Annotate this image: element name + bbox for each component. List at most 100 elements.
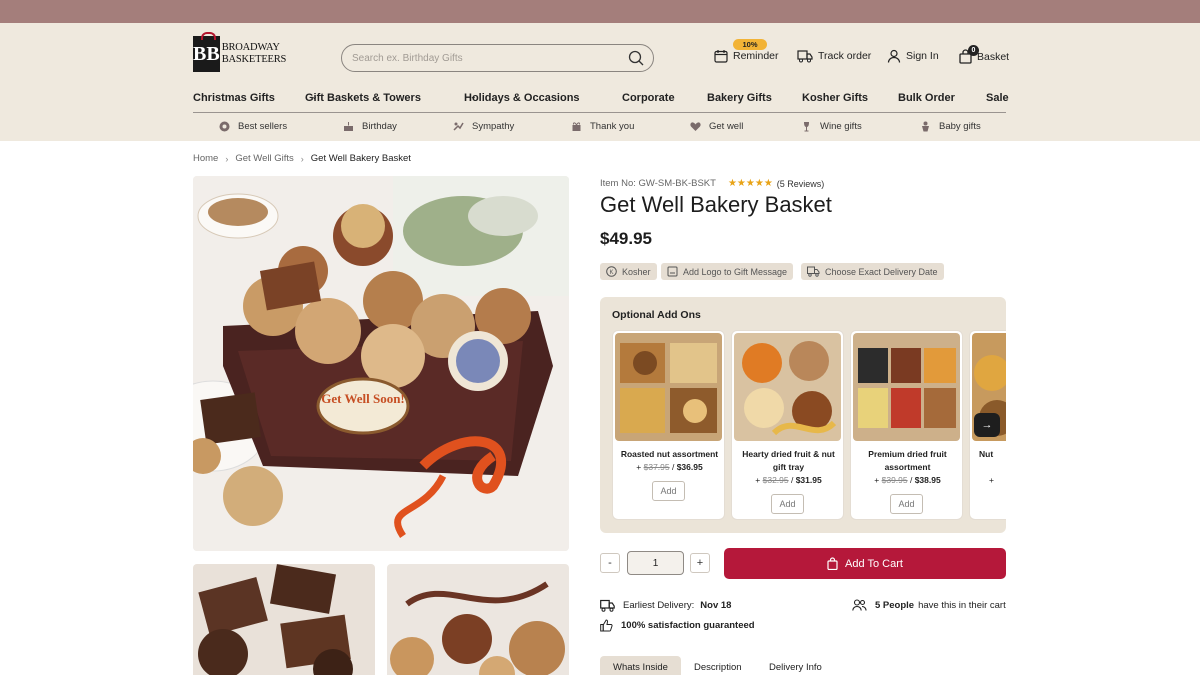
addon-name: Premium dried fruit assortment <box>868 449 947 472</box>
wine-glass-icon <box>804 122 809 132</box>
subnav-wine-gifts[interactable]: Wine gifts <box>801 121 862 132</box>
tag-add-logo[interactable]: Add Logo to Gift Message <box>661 263 794 280</box>
subnav-label: Baby gifts <box>939 121 981 132</box>
subnav-baby-gifts[interactable]: Baby gifts <box>920 121 981 132</box>
tab-delivery-info[interactable]: Delivery Info <box>756 656 835 675</box>
breadcrumb: Home › Get Well Gifts › Get Well Bakery … <box>193 153 411 164</box>
addon-price-partial: + <box>989 475 994 485</box>
quantity-increase-button[interactable]: + <box>690 553 710 573</box>
breadcrumb-current: Get Well Bakery Basket <box>310 153 411 164</box>
rating-stars-icon: ★★★★★ <box>727 178 773 189</box>
chevron-right-icon: › <box>225 153 229 164</box>
addon-card[interactable]: Roasted nut assortment + $37.95 / $36.95… <box>612 330 725 520</box>
subnav-birthday[interactable]: Birthday <box>343 121 397 132</box>
gift-icon <box>572 122 581 131</box>
addons-panel: Optional Add Ons Roasted nut assortment … <box>600 297 1006 533</box>
search-icon[interactable] <box>628 50 644 66</box>
subnav-get-well[interactable]: Get well <box>690 121 743 132</box>
subnav-label: Get well <box>709 121 744 132</box>
tag-label: Kosher <box>622 266 651 277</box>
addons-title: Optional Add Ons <box>612 309 701 321</box>
search-input[interactable] <box>342 45 612 71</box>
product-thumbnail-2[interactable] <box>387 564 569 675</box>
top-banner <box>0 0 1200 23</box>
flower-icon <box>453 122 464 131</box>
product-meta: Item No: GW-SM-BK-BSKT ★★★★★ (5 Reviews) <box>600 178 824 189</box>
chevron-down-icon: ⌄ <box>311 92 318 101</box>
quantity-decrease-button[interactable]: - <box>600 553 620 573</box>
logo-line1: BROADWAY <box>221 42 280 53</box>
kosher-icon: K <box>606 266 617 277</box>
addon-name: Roasted nut assortment <box>620 449 719 459</box>
bakery-basket-illustration: Get Well Soon! <box>193 176 569 551</box>
nav-sale[interactable]: Sale <box>986 92 1009 104</box>
user-icon <box>887 49 901 63</box>
heart-icon <box>690 122 701 131</box>
add-to-cart-button[interactable]: Add To Cart <box>724 548 1006 579</box>
basket-button[interactable]: Basket <box>959 49 1009 64</box>
addon-add-button[interactable]: Add <box>890 494 923 514</box>
logo-line2: BASKETEERS <box>221 54 287 65</box>
logo-mark: BB <box>193 32 220 72</box>
baby-icon <box>922 121 929 132</box>
tab-whats-inside[interactable]: Whats Inside <box>600 656 681 675</box>
addon-name: Hearty dried fruit & nut gift tray <box>742 449 835 472</box>
subnav-sympathy[interactable]: Sympathy <box>453 121 514 132</box>
brand-logo[interactable]: BB BROADWAY BASKETEERS <box>193 32 286 72</box>
subnav-label: Thank you <box>590 121 635 132</box>
category-subnav: Best sellers Birthday Sympathy Thank you… <box>193 121 1006 133</box>
nav-label: Holidays & Occasions <box>464 92 580 104</box>
addon-new-price: $31.95 <box>795 475 822 485</box>
subnav-label: Birthday <box>362 121 397 132</box>
reminder-button[interactable]: Reminder <box>714 49 779 63</box>
addon-card[interactable]: Premium dried fruit assortment + $39.95 … <box>850 330 963 520</box>
addon-price: + $32.95 / $31.95 <box>755 475 822 485</box>
logo-text: BROADWAY BASKETEERS <box>222 42 287 66</box>
reviews-link[interactable]: (5 Reviews) <box>777 179 825 189</box>
brownies-thumbnail <box>193 564 375 675</box>
track-order-button[interactable]: Track order <box>797 49 871 63</box>
basket-label: Basket <box>977 50 1010 63</box>
people-text: have this in their cart <box>918 599 1006 611</box>
addon-add-button[interactable]: Add <box>652 481 685 501</box>
nav-label: Gift Baskets & Towers <box>305 92 421 104</box>
chevron-right-icon: › <box>300 153 304 164</box>
breadcrumb-category[interactable]: Get Well Gifts <box>235 153 293 164</box>
satisfaction-label: 100% satisfaction guaranteed <box>621 620 755 631</box>
calendar-icon <box>714 50 728 63</box>
nav-bakery-gifts[interactable]: Bakery Gifts <box>707 92 772 104</box>
message-icon <box>667 266 678 277</box>
tab-description[interactable]: Description <box>681 656 755 675</box>
subnav-thank-you[interactable]: Thank you <box>571 121 634 132</box>
tag-delivery-date[interactable]: Choose Exact Delivery Date <box>801 263 944 280</box>
sign-in-label: Sign In <box>906 50 939 62</box>
cookies-thumbnail <box>387 564 569 675</box>
nav-bulk-order[interactable]: Bulk Order <box>898 92 955 104</box>
item-number: Item No: GW-SM-BK-BSKT <box>600 178 716 189</box>
product-price: $49.95 <box>600 229 652 248</box>
product-thumbnail-1[interactable] <box>193 564 375 675</box>
track-order-label: Track order <box>818 50 872 62</box>
earliest-delivery-label: Earliest Delivery: <box>623 600 695 611</box>
addon-old-price: $39.95 <box>881 475 908 485</box>
subnav-best-sellers[interactable]: Best sellers <box>219 121 287 132</box>
subnav-label: Wine gifts <box>820 121 862 132</box>
satisfaction-guarantee: 100% satisfaction guaranteed <box>600 619 755 632</box>
addon-new-price: $38.95 <box>914 475 941 485</box>
nav-christmas-gifts[interactable]: Christmas Gifts <box>193 92 275 104</box>
breadcrumb-home[interactable]: Home <box>193 153 218 164</box>
nav-corporate[interactable]: Corporate <box>622 92 675 104</box>
addon-price: + $37.95 / $36.95 <box>636 462 703 472</box>
nav-divider <box>193 112 1006 113</box>
addon-add-button[interactable]: Add <box>771 494 804 514</box>
sign-in-button[interactable]: Sign In <box>887 49 939 63</box>
tag-kosher: K Kosher <box>600 263 657 280</box>
addon-old-price: $37.95 <box>643 462 670 472</box>
quantity-input[interactable] <box>627 551 684 575</box>
product-main-image[interactable]: Get Well Soon! <box>193 176 569 551</box>
addon-image <box>734 333 841 441</box>
nav-kosher-gifts[interactable]: Kosher Gifts <box>802 92 868 104</box>
truck-icon <box>797 50 813 63</box>
carousel-next-arrow-icon[interactable]: → <box>974 413 1000 437</box>
addon-card[interactable]: Hearty dried fruit & nut gift tray + $32… <box>731 330 844 520</box>
